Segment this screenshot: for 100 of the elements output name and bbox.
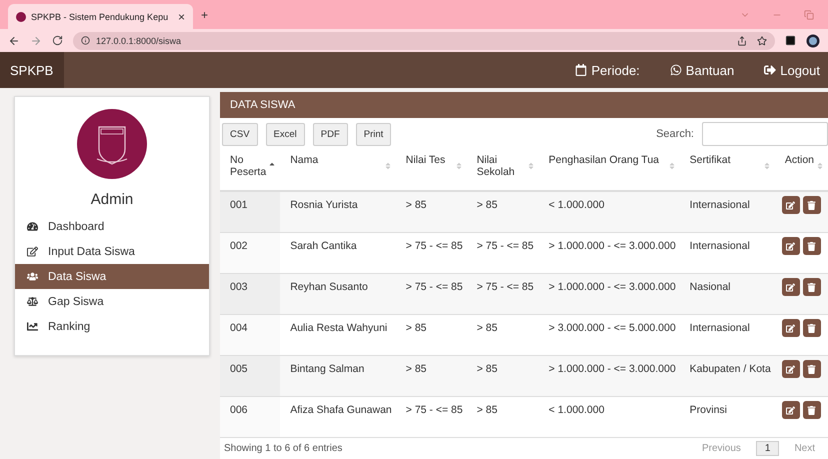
trash-icon bbox=[807, 364, 816, 374]
table-cell: > 85 bbox=[466, 396, 539, 438]
table-cell: 003 bbox=[220, 274, 280, 314]
panel-title: DATA SISWA bbox=[220, 92, 828, 118]
table-cell: > 85 bbox=[466, 191, 539, 232]
address-bar[interactable]: 127.0.0.1:8000/siswa bbox=[73, 32, 775, 50]
table-cell: 004 bbox=[220, 314, 280, 356]
table-cell: Bintang Salman bbox=[280, 356, 396, 396]
table-cell: 005 bbox=[220, 356, 280, 396]
scale-icon bbox=[27, 296, 38, 307]
table-cell: > 75 - <= 85 bbox=[396, 232, 467, 274]
star-icon[interactable] bbox=[757, 36, 767, 46]
table-cell: > 1.000.000 - <= 3.000.000 bbox=[538, 232, 680, 274]
new-tab-button[interactable]: + bbox=[201, 8, 208, 22]
search-label: Search: bbox=[656, 128, 694, 140]
table-cell: > 85 bbox=[396, 191, 467, 232]
chart-icon bbox=[27, 321, 38, 332]
trash-icon bbox=[807, 406, 816, 414]
edit-icon bbox=[786, 406, 796, 414]
user-name: Admin bbox=[90, 191, 134, 208]
info-icon bbox=[81, 36, 90, 45]
table-cell: > 75 - <= 85 bbox=[396, 396, 467, 438]
table-cell: > 85 bbox=[466, 314, 539, 356]
edit-button[interactable] bbox=[782, 319, 800, 337]
edit-icon bbox=[786, 282, 796, 292]
nav-link[interactable]: Bantuan bbox=[670, 62, 734, 78]
table-cell: Sarah Cantika bbox=[280, 232, 396, 274]
table-cell: > 75 - <= 85 bbox=[466, 274, 539, 314]
trash-icon bbox=[807, 242, 816, 250]
trash-icon bbox=[807, 200, 816, 210]
entries-info: Showing 1 to 6 of 6 entries bbox=[224, 443, 342, 454]
calendar-icon bbox=[575, 64, 588, 76]
nav-link[interactable]: Logout bbox=[764, 62, 820, 78]
reload-icon[interactable] bbox=[52, 35, 63, 46]
dashboard-icon bbox=[27, 221, 38, 232]
export-button[interactable]: Excel bbox=[266, 122, 305, 146]
edit-icon bbox=[786, 200, 796, 210]
sidebar-item[interactable]: Input Data Siswa bbox=[15, 239, 209, 264]
edit-icon bbox=[786, 324, 796, 332]
table-cell: > 75 - <= 85 bbox=[466, 232, 539, 274]
sidebar-icon[interactable] bbox=[785, 35, 796, 46]
table-cell: 002 bbox=[220, 232, 280, 274]
table-cell: Aulia Resta Wahyuni bbox=[280, 314, 396, 356]
table-cell: < 1.000.000 bbox=[538, 396, 680, 438]
table-cell: 001 bbox=[220, 191, 280, 232]
sidebar-item[interactable]: Ranking bbox=[15, 314, 209, 339]
table-cell: Kabupaten / Kota bbox=[680, 356, 775, 396]
table-cell: > 1.000.000 - <= 3.000.000 bbox=[538, 356, 680, 396]
edit-button[interactable] bbox=[782, 237, 800, 255]
table-cell: > 3.000.000 - <= 5.000.000 bbox=[538, 314, 680, 356]
search-field[interactable] bbox=[702, 122, 828, 146]
trash-icon bbox=[807, 324, 816, 332]
edit-icon bbox=[786, 364, 796, 374]
edit-icon bbox=[27, 246, 38, 257]
school-logo bbox=[77, 109, 147, 179]
table-cell: Internasional bbox=[680, 232, 775, 274]
table-cell: Nasional bbox=[680, 274, 775, 314]
brand[interactable]: SPKPB bbox=[0, 52, 64, 88]
nav-link[interactable]: Periode: bbox=[575, 62, 640, 78]
favicon-icon bbox=[16, 12, 26, 22]
table-cell: Internasional bbox=[680, 314, 775, 356]
export-button[interactable]: CSV bbox=[222, 122, 258, 146]
edit-button[interactable] bbox=[782, 401, 800, 419]
table-cell: Internasional bbox=[680, 191, 775, 232]
edit-button[interactable] bbox=[782, 360, 800, 378]
table-cell: 006 bbox=[220, 396, 280, 438]
table-cell: Afiza Shafa Gunawan bbox=[280, 396, 396, 438]
export-button[interactable]: Print bbox=[356, 122, 392, 146]
delete-button[interactable] bbox=[802, 360, 821, 378]
pagination-link[interactable]: 1 bbox=[756, 441, 780, 456]
whatsapp-icon bbox=[670, 64, 682, 76]
delete-button[interactable] bbox=[802, 278, 821, 296]
trash-icon bbox=[807, 282, 816, 292]
profile-icon[interactable] bbox=[806, 34, 820, 48]
sidebar-item[interactable]: Gap Siswa bbox=[15, 289, 209, 314]
table-cell: > 1.000.000 - <= 3.000.000 bbox=[538, 274, 680, 314]
table-cell: Reyhan Susanto bbox=[280, 274, 396, 314]
delete-button[interactable] bbox=[802, 237, 821, 255]
table-cell: < 1.000.000 bbox=[538, 191, 680, 232]
users-icon bbox=[27, 271, 38, 282]
delete-button[interactable] bbox=[802, 401, 821, 419]
back-icon[interactable] bbox=[8, 34, 20, 46]
edit-button[interactable] bbox=[782, 278, 800, 296]
sidebar-item[interactable]: Data Siswa bbox=[15, 264, 209, 289]
logout-icon bbox=[764, 64, 776, 76]
table-cell: > 85 bbox=[396, 356, 467, 396]
delete-button[interactable] bbox=[802, 196, 821, 214]
table-cell: > 85 bbox=[396, 314, 467, 356]
delete-button[interactable] bbox=[802, 319, 821, 337]
tab-close-button[interactable]: × bbox=[178, 10, 185, 24]
edit-button[interactable] bbox=[782, 196, 800, 214]
tab-title: SPKPB - Sistem Pendukung Kepu bbox=[31, 12, 170, 22]
export-button[interactable]: PDF bbox=[312, 122, 348, 146]
table-cell: > 75 - <= 85 bbox=[396, 274, 467, 314]
sidebar-item[interactable]: Dashboard bbox=[15, 214, 209, 239]
table-cell: Provinsi bbox=[680, 396, 775, 438]
share-icon[interactable] bbox=[737, 36, 747, 46]
table-cell: > 85 bbox=[466, 356, 539, 396]
browser-tab[interactable]: SPKPB - Sistem Pendukung Kepu × bbox=[8, 4, 193, 29]
table-cell: Rosnia Yurista bbox=[280, 191, 396, 232]
